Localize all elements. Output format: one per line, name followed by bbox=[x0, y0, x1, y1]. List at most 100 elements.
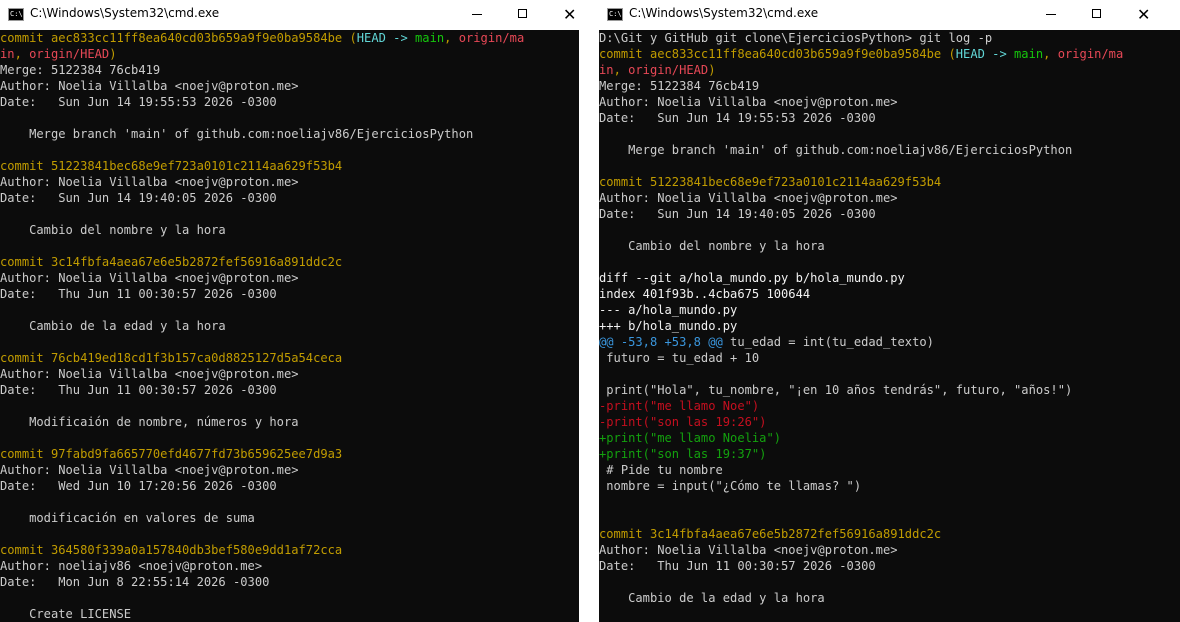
terminal-line: Author: Noelia Villalba <noejv@proton.me… bbox=[0, 270, 579, 286]
terminal-output[interactable]: D:\Git y GitHub git clone\EjerciciosPyth… bbox=[599, 30, 1180, 622]
terminal-text: in bbox=[0, 47, 15, 61]
terminal-line: Date: Sun Jun 14 19:55:53 2026 -0300 bbox=[0, 94, 579, 110]
terminal-text: Author: noeliajv86 <noejv@proton.me> bbox=[0, 559, 263, 573]
minimize-icon bbox=[1046, 14, 1056, 15]
terminal-text: , bbox=[14, 47, 30, 61]
terminal-text: Merge: 5122384 76cb419 bbox=[0, 63, 161, 77]
terminal-line: commit 97fabd9fa665770efd4677fd73b659625… bbox=[0, 446, 579, 462]
terminal-text: , bbox=[444, 31, 459, 45]
terminal-line: Merge branch 'main' of github.com:noelia… bbox=[0, 126, 579, 142]
terminal-line: Author: Noelia Villalba <noejv@proton.me… bbox=[599, 190, 1180, 206]
terminal-line: Merge: 5122384 76cb419 bbox=[0, 62, 579, 78]
terminal-line: commit aec833cc11ff8ea640cd03b659a9f9e0b… bbox=[0, 30, 579, 46]
terminal-line: Date: Thu Jun 11 00:30:57 2026 -0300 bbox=[0, 382, 579, 398]
terminal-text: Merge branch 'main' of github.com:noelia… bbox=[599, 143, 1073, 157]
terminal-text: Cambio de la edad y la hora bbox=[0, 319, 226, 333]
terminal-text: main bbox=[415, 31, 445, 45]
terminal-text: commit 3c14fbfa4aea67e6e5b2872fef56916a8… bbox=[599, 527, 942, 541]
terminal-text: +print("son las 19:37") bbox=[599, 447, 767, 461]
maximize-button[interactable] bbox=[509, 0, 555, 30]
terminal-line: print("Hola", tu_nombre, "¡en 10 años te… bbox=[599, 382, 1180, 398]
cmd-window-left[interactable]: C:\Windows\System32\cmd.exe ✕ commit aec… bbox=[0, 0, 579, 622]
terminal-text: @@ -53,8 +53,8 @@ bbox=[599, 335, 723, 349]
close-button[interactable]: ✕ bbox=[555, 0, 579, 30]
terminal-text: Date: Sun Jun 14 19:40:05 2026 -0300 bbox=[0, 191, 277, 205]
terminal-text: --- a/hola_mundo.py bbox=[599, 303, 738, 317]
terminal-text: Merge branch 'main' of github.com:noelia… bbox=[0, 127, 474, 141]
terminal-text: Date: Mon Jun 8 22:55:14 2026 -0300 bbox=[0, 575, 270, 589]
terminal-line: Author: Noelia Villalba <noejv@proton.me… bbox=[599, 94, 1180, 110]
terminal-text: Author: Noelia Villalba <noejv@proton.me… bbox=[0, 463, 299, 477]
terminal-text: index 401f93b..4cba675 100644 bbox=[599, 287, 811, 301]
minimize-button[interactable] bbox=[1037, 0, 1083, 30]
terminal-text: diff --git a/hola_mundo.py b/hola_mundo.… bbox=[599, 271, 905, 285]
terminal-text: commit 51223841bec68e9ef723a0101c2114aa6… bbox=[0, 159, 343, 173]
cmd-window-right[interactable]: C:\Windows\System32\cmd.exe ✕ D:\Git y G… bbox=[599, 0, 1180, 622]
title-bar[interactable]: C:\Windows\System32\cmd.exe ✕ bbox=[599, 0, 1180, 30]
terminal-line: commit 3c14fbfa4aea67e6e5b2872fef56916a8… bbox=[0, 254, 579, 270]
terminal-line: Date: Sun Jun 14 19:55:53 2026 -0300 bbox=[599, 110, 1180, 126]
terminal-text: Date: Wed Jun 10 17:20:56 2026 -0300 bbox=[0, 479, 277, 493]
maximize-button[interactable] bbox=[1083, 0, 1129, 30]
terminal-text: Author: Noelia Villalba <noejv@proton.me… bbox=[0, 367, 299, 381]
terminal-line: Author: Noelia Villalba <noejv@proton.me… bbox=[599, 542, 1180, 558]
terminal-line: commit 51223841bec68e9ef723a0101c2114aa6… bbox=[0, 158, 579, 174]
terminal-text: , bbox=[613, 63, 629, 77]
terminal-line: D:\Git y GitHub git clone\EjerciciosPyth… bbox=[599, 30, 1180, 46]
terminal-line: -print("me llamo Noe") bbox=[599, 398, 1180, 414]
cmd-app-icon[interactable] bbox=[8, 8, 24, 21]
terminal-text: commit 51223841bec68e9ef723a0101c2114aa6… bbox=[599, 175, 942, 189]
terminal-text: commit 3c14fbfa4aea67e6e5b2872fef56916a8… bbox=[0, 255, 343, 269]
terminal-text: Merge: 5122384 76cb419 bbox=[599, 79, 760, 93]
cmd-app-icon[interactable] bbox=[607, 8, 623, 21]
terminal-line: Date: Thu Jun 11 00:30:57 2026 -0300 bbox=[0, 286, 579, 302]
terminal-text: Date: Sun Jun 14 19:55:53 2026 -0300 bbox=[0, 95, 277, 109]
terminal-text: print("Hola", tu_nombre, "¡en 10 años te… bbox=[599, 383, 1073, 397]
terminal-line: nombre = input("¿Cómo te llamas? ") bbox=[599, 478, 1180, 494]
terminal-text: # Pide tu nombre bbox=[599, 463, 723, 477]
terminal-text: commit 97fabd9fa665770efd4677fd73b659625… bbox=[0, 447, 343, 461]
terminal-output[interactable]: commit aec833cc11ff8ea640cd03b659a9f9e0b… bbox=[0, 30, 579, 622]
terminal-line: modificación en valores de suma bbox=[0, 510, 579, 526]
terminal-text: Author: Noelia Villalba <noejv@proton.me… bbox=[0, 79, 299, 93]
terminal-text: in bbox=[599, 63, 614, 77]
minimize-icon bbox=[472, 14, 482, 15]
terminal-text: Author: Noelia Villalba <noejv@proton.me… bbox=[599, 543, 898, 557]
terminal-line: +print("me llamo Noelia") bbox=[599, 430, 1180, 446]
terminal-line: commit 76cb419ed18cd1f3b157ca0d8825127d5… bbox=[0, 350, 579, 366]
terminal-text: Author: Noelia Villalba <noejv@proton.me… bbox=[0, 271, 299, 285]
title-bar[interactable]: C:\Windows\System32\cmd.exe ✕ bbox=[0, 0, 579, 30]
terminal-text: commit 76cb419ed18cd1f3b157ca0d8825127d5… bbox=[0, 351, 343, 365]
terminal-text: ( bbox=[948, 47, 956, 61]
terminal-text: ( bbox=[349, 31, 357, 45]
terminal-line: Author: Noelia Villalba <noejv@proton.me… bbox=[0, 78, 579, 94]
terminal-text: Date: Sun Jun 14 19:40:05 2026 -0300 bbox=[599, 207, 876, 221]
terminal-line: Create LICENSE bbox=[0, 606, 579, 622]
terminal-text: nombre = input("¿Cómo te llamas? ") bbox=[599, 479, 862, 493]
minimize-button[interactable] bbox=[463, 0, 509, 30]
terminal-line: Date: Thu Jun 11 00:30:57 2026 -0300 bbox=[599, 558, 1180, 574]
terminal-line: commit 51223841bec68e9ef723a0101c2114aa6… bbox=[599, 174, 1180, 190]
close-button[interactable]: ✕ bbox=[1129, 0, 1175, 30]
terminal-text: Author: Noelia Villalba <noejv@proton.me… bbox=[599, 191, 898, 205]
terminal-text: Cambio de la edad y la hora bbox=[599, 591, 825, 605]
terminal-text: +print("me llamo Noelia") bbox=[599, 431, 782, 445]
terminal-line: Cambio de la edad y la hora bbox=[0, 318, 579, 334]
maximize-icon bbox=[518, 9, 527, 18]
terminal-text: commit aec833cc11ff8ea640cd03b659a9f9e0b… bbox=[599, 47, 949, 61]
terminal-line: Date: Sun Jun 14 19:40:05 2026 -0300 bbox=[599, 206, 1180, 222]
terminal-line: Date: Sun Jun 14 19:40:05 2026 -0300 bbox=[0, 190, 579, 206]
terminal-line: Author: Noelia Villalba <noejv@proton.me… bbox=[0, 462, 579, 478]
terminal-line: Date: Wed Jun 10 17:20:56 2026 -0300 bbox=[0, 478, 579, 494]
